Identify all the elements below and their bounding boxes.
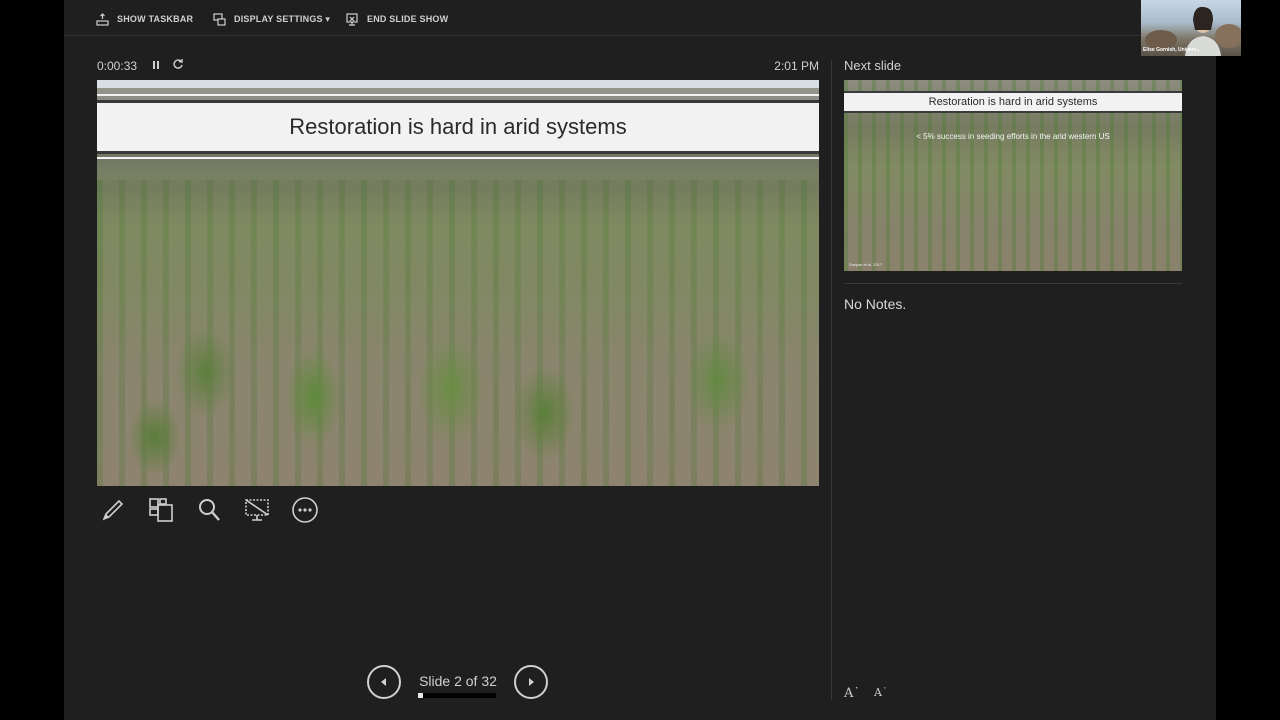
display-settings-icon xyxy=(213,12,226,26)
show-taskbar-button[interactable]: SHOW TASKBAR xyxy=(96,12,193,26)
webcam-name: Elise Gornish, Univers... xyxy=(1143,47,1201,53)
slide-progress-fill xyxy=(418,693,423,698)
end-show-icon xyxy=(346,12,358,26)
zoom-button[interactable] xyxy=(193,494,225,526)
slide-counter[interactable]: Slide 2 of 32 xyxy=(414,673,502,689)
current-time: 2:01 PM xyxy=(774,59,819,73)
more-options-icon xyxy=(292,497,318,523)
previous-slide-button[interactable] xyxy=(367,665,401,699)
pen-icon xyxy=(102,499,124,521)
presenter-view: SHOW TASKBAR DISPLAY SETTINGS ▾ END SLID… xyxy=(64,0,1216,720)
black-screen-button[interactable] xyxy=(241,494,273,526)
chevron-left-icon xyxy=(381,678,386,686)
next-slide-thumbnail[interactable]: Restoration is hard in arid systems < 5%… xyxy=(844,80,1182,271)
next-slide-subtitle: < 5% success in seeding efforts in the a… xyxy=(916,132,1110,141)
restart-timer-button[interactable] xyxy=(172,58,184,73)
decrease-font-button[interactable]: A˙ xyxy=(874,686,887,699)
slides-grid-icon xyxy=(149,498,173,522)
slide-band-line xyxy=(97,94,819,96)
current-slide[interactable]: Restoration is hard in arid systems xyxy=(97,80,819,486)
slide-title-band: Restoration is hard in arid systems xyxy=(97,100,819,154)
slide-title: Restoration is hard in arid systems xyxy=(289,114,627,139)
more-options-button[interactable] xyxy=(289,494,321,526)
restart-icon xyxy=(173,59,183,69)
font-increase-icon: A˙ xyxy=(844,686,860,701)
increase-font-button[interactable]: A˙ xyxy=(844,686,860,701)
next-slide-title-band: Restoration is hard in arid systems xyxy=(844,91,1182,113)
speaker-notes[interactable]: No Notes. xyxy=(844,296,906,312)
pen-tool-button[interactable] xyxy=(97,494,129,526)
display-settings-button[interactable]: DISPLAY SETTINGS ▾ xyxy=(213,12,330,26)
next-slide-title: Restoration is hard in arid systems xyxy=(928,96,1098,108)
font-decrease-icon: A˙ xyxy=(874,686,888,699)
panel-divider[interactable] xyxy=(831,60,832,700)
presenter-toolbar: SHOW TASKBAR DISPLAY SETTINGS ▾ END SLID… xyxy=(64,0,1216,36)
end-slide-show-label: END SLIDE SHOW xyxy=(367,14,449,24)
notes-separator xyxy=(844,283,1182,284)
slide-progress-bar xyxy=(418,693,496,698)
taskbar-icon xyxy=(96,12,109,26)
display-settings-label: DISPLAY SETTINGS ▾ xyxy=(234,13,331,24)
next-slide-label: Next slide xyxy=(844,58,902,73)
slide-band-line xyxy=(97,157,819,159)
next-slide-citation: Svejcar et al. 2017 xyxy=(849,262,883,267)
zoom-icon xyxy=(199,499,220,521)
pause-timer-button[interactable] xyxy=(151,59,161,71)
pause-icon xyxy=(153,61,159,69)
slide-sky xyxy=(97,80,819,88)
show-taskbar-label: SHOW TASKBAR xyxy=(117,14,194,24)
chevron-right-icon xyxy=(529,678,534,686)
next-slide-button[interactable] xyxy=(514,665,548,699)
webcam-thumbnail[interactable]: Elise Gornish, Univers... xyxy=(1141,0,1241,56)
black-screen-icon xyxy=(245,499,269,521)
elapsed-timer: 0:00:33 xyxy=(97,59,138,73)
end-slide-show-button[interactable]: END SLIDE SHOW xyxy=(346,12,448,26)
see-all-slides-button[interactable] xyxy=(145,494,177,526)
